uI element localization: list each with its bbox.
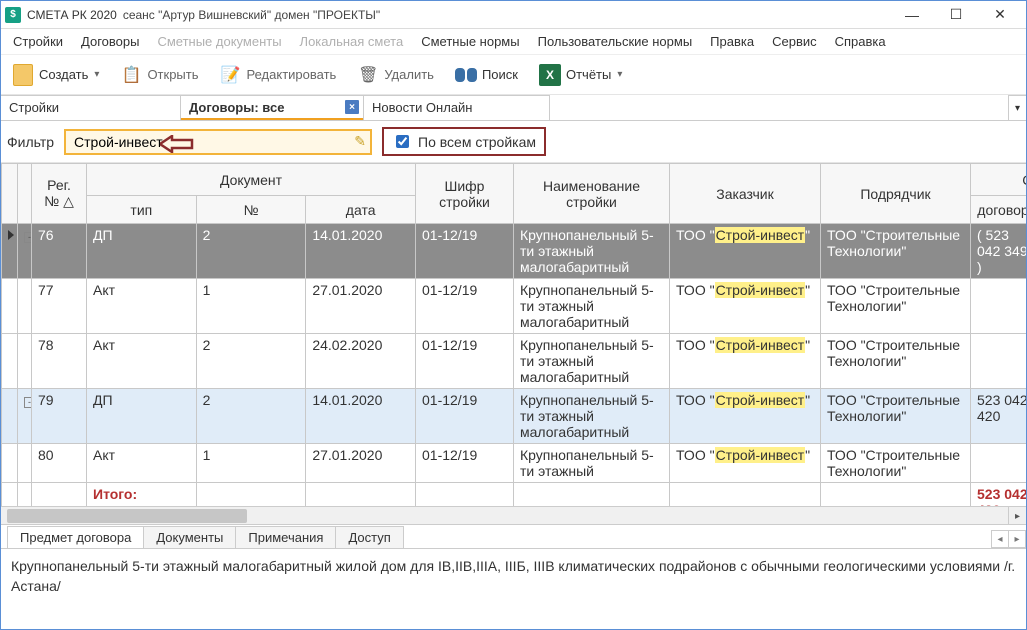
scroll-thumb[interactable] (7, 509, 247, 523)
col-doc[interactable]: Документ (87, 164, 416, 196)
col-tip[interactable]: тип (87, 196, 197, 224)
all-constructions-toggle[interactable]: По всем стройкам (382, 127, 546, 156)
tab-news[interactable]: Новости Онлайн (364, 95, 550, 120)
minimize-button[interactable]: — (890, 1, 934, 29)
col-zak[interactable]: Заказчик (670, 164, 821, 224)
edit-button[interactable]: 📝 Редактировать (213, 59, 343, 91)
arrow-left-icon (160, 135, 194, 153)
table-row[interactable]: 80Акт127.01.202001-12/19Крупнопанельный … (2, 444, 1027, 483)
col-num[interactable]: № (196, 196, 306, 224)
tab-subject[interactable]: Предмет договора (7, 526, 144, 548)
clipboard-icon: 📋 (119, 63, 143, 87)
menu-Правка[interactable]: Правка (702, 31, 762, 52)
grid-area: Рег. № △ Документ Шифр стройки Наименова… (1, 163, 1026, 525)
menu-Справка[interactable]: Справка (827, 31, 894, 52)
col-reg[interactable]: Рег. № △ (32, 164, 87, 224)
tab-notes[interactable]: Примечания (235, 526, 336, 548)
col-sum[interactable]: Сум (971, 164, 1027, 196)
table-row[interactable]: 78Акт224.02.202001-12/19Крупнопанельный … (2, 334, 1027, 389)
delete-button[interactable]: 🗑 Удалить (350, 59, 440, 91)
app-icon: $ (5, 7, 21, 23)
app-window: $ СМЕТА РК 2020 сеанс "Артур Вишневский"… (0, 0, 1027, 630)
edit-icon: 📝 (219, 63, 243, 87)
menu-Сметные нормы[interactable]: Сметные нормы (413, 31, 527, 52)
col-date[interactable]: дата (306, 196, 416, 224)
primary-tabs: Стройки Договоры: все× Новости Онлайн ▾ (1, 95, 1026, 121)
create-button[interactable]: Создать▾ (5, 59, 105, 91)
session-info: сеанс "Артур Вишневский" домен "ПРОЕКТЫ" (123, 8, 380, 22)
toolbar: Создать▾ 📋 Открыть 📝 Редактировать 🗑 Уда… (1, 55, 1026, 95)
trash-icon: 🗑 (356, 63, 380, 87)
close-button[interactable]: ✕ (978, 1, 1022, 29)
detail-panel: Крупнопанельный 5-ти этажный малогабарит… (1, 549, 1026, 629)
folder-icon (13, 64, 33, 86)
table-row[interactable]: -76ДП214.01.202001-12/19Крупнопанельный … (2, 224, 1027, 279)
horizontal-scrollbar[interactable]: ▸ (1, 506, 1026, 524)
excel-icon: X (539, 64, 561, 86)
tab-access[interactable]: Доступ (335, 526, 403, 548)
filter-bar: Фильтр ✎ По всем стройкам (1, 121, 1026, 163)
col-dogv[interactable]: договор (971, 196, 1027, 224)
tabscroll-right[interactable]: ▸ (1008, 530, 1026, 548)
detail-tabs: Предмет договора Документы Примечания До… (1, 525, 1026, 549)
menu-Стройки[interactable]: Стройки (5, 31, 71, 52)
col-podr[interactable]: Подрядчик (821, 164, 971, 224)
menu-Пользовательские нормы[interactable]: Пользовательские нормы (530, 31, 701, 52)
table-row[interactable]: 77Акт127.01.202001-12/19Крупнопанельный … (2, 279, 1027, 334)
app-title: СМЕТА РК 2020 (27, 8, 117, 22)
menu-Договоры[interactable]: Договоры (73, 31, 147, 52)
binoculars-icon (455, 65, 477, 85)
scroll-right[interactable]: ▸ (1008, 507, 1026, 525)
col-name[interactable]: Наименование стройки (514, 164, 670, 224)
totals-row: Итого: 523 042 420 (2, 483, 1027, 507)
open-button[interactable]: 📋 Открыть (113, 59, 204, 91)
menu-Сервис[interactable]: Сервис (764, 31, 825, 52)
filter-label: Фильтр (7, 134, 54, 150)
filter-input[interactable] (72, 133, 354, 151)
reports-button[interactable]: X Отчёты▾ (532, 59, 628, 91)
tabs-dropdown[interactable]: ▾ (1008, 95, 1026, 120)
close-tab-icon[interactable]: × (345, 100, 359, 114)
tabscroll-left[interactable]: ◂ (991, 530, 1009, 548)
col-sh[interactable]: Шифр стройки (416, 164, 514, 224)
tab-contracts[interactable]: Договоры: все× (181, 95, 364, 120)
tab-documents[interactable]: Документы (143, 526, 236, 548)
menu-Локальная смета: Локальная смета (292, 31, 412, 52)
contracts-table[interactable]: Рег. № △ Документ Шифр стройки Наименова… (1, 163, 1026, 506)
titlebar: $ СМЕТА РК 2020 сеанс "Артур Вишневский"… (1, 1, 1026, 29)
table-row[interactable]: -79ДП214.01.202001-12/19Крупнопанельный … (2, 389, 1027, 444)
all-constructions-checkbox[interactable] (396, 135, 409, 148)
menu-Сметные документы: Сметные документы (149, 31, 289, 52)
pencil-icon[interactable]: ✎ (354, 133, 366, 150)
tab-constructions[interactable]: Стройки (1, 95, 181, 120)
menubar: СтройкиДоговорыСметные документыЛокальна… (1, 29, 1026, 55)
search-button[interactable]: Поиск (448, 59, 524, 91)
maximize-button[interactable]: ☐ (934, 1, 978, 29)
filter-input-box[interactable]: ✎ (64, 129, 372, 155)
